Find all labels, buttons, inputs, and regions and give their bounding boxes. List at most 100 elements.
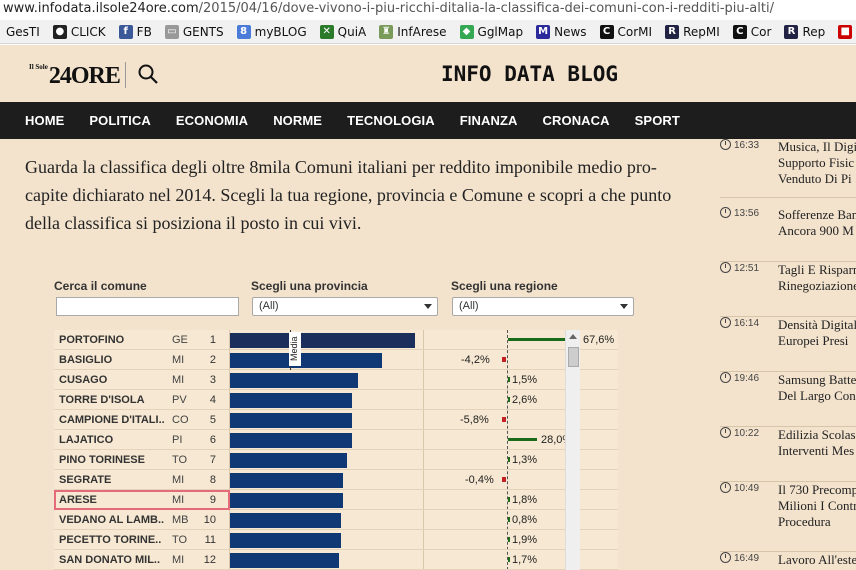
table-row[interactable]: LAJATICO PI 6 28,0% — [54, 430, 618, 450]
province-code: PV — [172, 394, 187, 406]
blog-title[interactable]: INFO DATA BLOG — [441, 62, 618, 86]
bookmark-repmi[interactable]: R RepMI — [665, 24, 720, 39]
nav-cronaca[interactable]: CRONACA — [543, 113, 610, 128]
bookmark-label: Cor — [750, 24, 772, 39]
scroll-up-icon[interactable] — [569, 334, 577, 339]
bookmark-fb[interactable]: f FB — [118, 24, 152, 39]
main-nav: HOME POLITICA ECONOMIA NORME TECNOLOGIA … — [0, 102, 856, 139]
delta-label: 1,8% — [512, 494, 538, 506]
income-bar — [230, 533, 341, 548]
news-item[interactable]: 12:51 Tagli E Risparm Rinegoziazione — [720, 262, 856, 317]
rank-number: 3 — [209, 374, 216, 386]
income-bar — [230, 333, 415, 348]
delta-label: -5,8% — [460, 414, 489, 426]
news-item[interactable]: 16:33 Musica, Il Digi Supporto Fisic Vendut… — [720, 139, 856, 198]
news-time: 16:14 — [720, 317, 759, 329]
table-row[interactable]: SAN DONATO MIL.. MI 12 1,7% — [54, 550, 618, 570]
news-item[interactable]: 13:56 Sofferenze Ban Ancora 900 M — [720, 207, 856, 262]
nav-sport[interactable]: SPORT — [635, 113, 680, 128]
bookmark-gglmap[interactable]: ◆ GglMap — [459, 24, 524, 39]
bookmark-label: GglMap — [477, 24, 524, 39]
scroll-thumb[interactable] — [568, 347, 579, 367]
bookmark-rep[interactable]: R Rep — [784, 24, 825, 39]
delta-negative-mark — [502, 477, 506, 482]
news-item[interactable]: 19:46 Samsung Batte Del Largo Cons — [720, 372, 856, 427]
logo-divider — [125, 62, 126, 88]
bookmark-cor[interactable]: C Cor — [732, 24, 772, 39]
bookmark-gents[interactable]: ▭ GENTS — [164, 24, 224, 39]
bookmark-label: myBLOG — [254, 24, 307, 39]
news-time: 16:49 — [720, 552, 759, 564]
clock-icon — [720, 317, 731, 328]
income-bar — [230, 393, 352, 408]
news-item[interactable]: 16:14 Densità Digital Europei Presi — [720, 317, 856, 372]
rank-number: 6 — [209, 434, 216, 446]
nav-tecnologia[interactable]: TECNOLOGIA — [347, 113, 435, 128]
bookmark-news[interactable]: M News — [536, 24, 587, 39]
repubblica-icon: R — [784, 24, 799, 39]
table-row[interactable]: CAMPIONE D'ITALI.. CO 5 -5,8% — [54, 410, 618, 430]
news-headline: Edilizia Scolas Interventi Mes — [778, 427, 856, 459]
comune-name: TORRE D'ISOLA — [59, 394, 145, 406]
news-time: 10:22 — [720, 427, 759, 439]
search-comune-input[interactable] — [56, 297, 239, 316]
nav-norme[interactable]: NORME — [273, 113, 322, 128]
province-code: MI — [172, 354, 185, 366]
news-headline-line: Lavoro All'este — [778, 552, 856, 567]
bookmark-quia[interactable]: ✕ QuiA — [319, 24, 367, 39]
news-item[interactable]: 16:49 Lavoro All'este — [720, 552, 856, 570]
news-item[interactable]: 10:49 Il 730 Precomp Milioni I Contr Proced… — [720, 482, 856, 552]
nav-economia[interactable]: ECONOMIA — [176, 113, 248, 128]
bookmark-infarese[interactable]: ♜ InfArese — [379, 24, 447, 39]
province-dropdown[interactable]: (All) — [252, 297, 438, 316]
income-bar — [230, 453, 347, 468]
ranking-table: PORTOFINO GE 1 67,6% BASIGLIO MI 2 -4,2% CUSAGO M… — [54, 330, 618, 570]
corriere-icon: C — [599, 24, 614, 39]
rank-number: 12 — [203, 554, 216, 566]
table-row[interactable]: PINO TORINESE TO 7 1,3% — [54, 450, 618, 470]
nav-home[interactable]: HOME — [25, 113, 64, 128]
address-bar[interactable]: www.infodata.ilsole24ore.com/2015/04/16/… — [0, 0, 856, 20]
region-dropdown[interactable]: (All) — [452, 297, 634, 316]
table-row[interactable]: VEDANO AL LAMB.. MB 10 0,8% — [54, 510, 618, 530]
search-icon[interactable] — [137, 63, 159, 85]
news-item[interactable]: 10:22 Edilizia Scolas Interventi Mes — [720, 427, 856, 482]
table-row[interactable]: CUSAGO MI 3 1,5% — [54, 370, 618, 390]
bookmark-ex[interactable]: ■Ex — [838, 24, 856, 39]
table-row[interactable]: PORTOFINO GE 1 67,6% — [54, 330, 618, 350]
bookmark-gesti[interactable]: GesTI — [6, 25, 40, 39]
table-row[interactable]: PECETTO TORINE.. TO 11 1,9% — [54, 530, 618, 550]
delta-label: 1,3% — [512, 454, 538, 466]
province-label: Scegli una provincia — [251, 279, 368, 293]
bookmark-label: GesTI — [6, 24, 40, 39]
bookmark-label: RepMI — [683, 24, 720, 39]
delta-positive-mark — [508, 457, 510, 462]
bookmark-label: QuiA — [337, 24, 367, 39]
site-header: Il Sole24ORE INFO DATA BLOG — [0, 45, 856, 102]
news-headline-line: Milioni I Contr — [778, 498, 856, 513]
news-time: 13:56 — [720, 207, 759, 219]
news-headline: Musica, Il Digi Supporto Fisic Venduto Di … — [778, 139, 856, 187]
table-row[interactable]: TORRE D'ISOLA PV 4 2,6% — [54, 390, 618, 410]
news-headline: Sofferenze Ban Ancora 900 M — [778, 207, 856, 239]
sole24ore-logo[interactable]: Il Sole24ORE — [29, 63, 121, 90]
comune-name: BASIGLIO — [59, 354, 113, 366]
quia-icon: ✕ — [319, 24, 334, 39]
delta-label: 1,5% — [512, 374, 538, 386]
table-row[interactable]: SEGRATE MI 8 -0,4% — [54, 470, 618, 490]
news-headline-line: Densità Digital — [778, 317, 856, 332]
comune-name: SEGRATE — [59, 474, 112, 486]
bookmark-cormi[interactable]: C CorMI — [599, 24, 652, 39]
news-headline: Densità Digital Europei Presi — [778, 317, 856, 349]
bookmark-click[interactable]: ● CLICK — [52, 24, 106, 39]
income-bar — [230, 473, 343, 488]
nav-finanza[interactable]: FINANZA — [460, 113, 518, 128]
media-label: Media — [289, 332, 301, 366]
clock-icon — [720, 427, 731, 438]
delta-positive-bar — [508, 438, 537, 441]
news-headline: Tagli E Risparm Rinegoziazione — [778, 262, 856, 294]
table-scrollbar[interactable] — [565, 330, 580, 570]
nav-politica[interactable]: POLITICA — [89, 113, 150, 128]
bookmark-myblog[interactable]: 8 myBLOG — [236, 24, 307, 39]
table-row[interactable]: BASIGLIO MI 2 -4,2% — [54, 350, 618, 370]
